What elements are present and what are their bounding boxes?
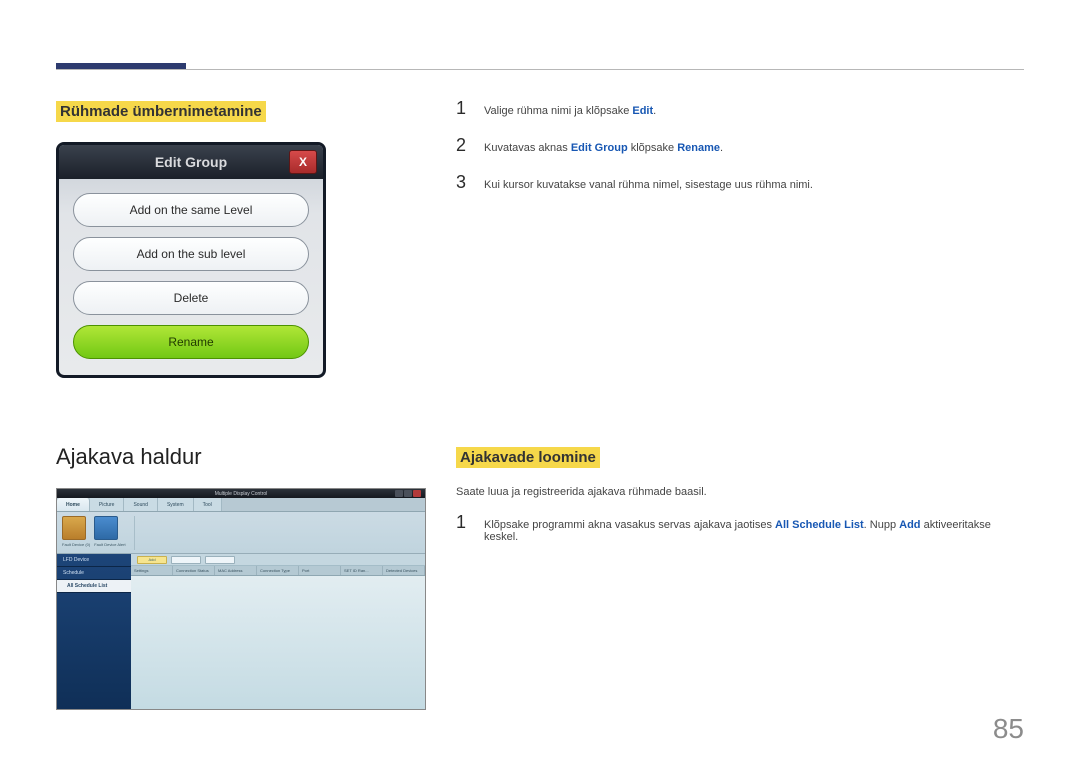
minimize-icon[interactable]	[395, 490, 403, 497]
sidebar-item-schedule[interactable]: Schedule	[57, 567, 131, 580]
app-titlebar: Multiple Display Control	[57, 489, 425, 498]
add-sub-level-button[interactable]: Add on the sub level	[73, 237, 309, 271]
toolbar-button[interactable]	[205, 556, 235, 564]
rename-button[interactable]: Rename	[73, 325, 309, 359]
fault-alert-button[interactable]	[94, 516, 118, 540]
edit-group-title: Edit Group	[155, 154, 227, 170]
edit-group-dialog: Edit Group X Add on the same Level Add o…	[56, 142, 326, 378]
table-header: Settings Connection Status MAC Address C…	[131, 566, 425, 576]
app-ribbon: Home Picture Sound System Tool Fault Dev…	[57, 498, 425, 554]
add-button[interactable]: Add	[137, 556, 167, 564]
step-number: 1	[456, 98, 476, 119]
step-number: 1	[456, 512, 476, 533]
tab-home[interactable]: Home	[57, 498, 90, 511]
col-detected: Detected Devices	[383, 566, 425, 575]
keyword-add: Add	[899, 519, 920, 531]
close-icon: X	[299, 155, 307, 169]
section-schedule-manager: Ajakava haldur Multiple Display Control …	[56, 444, 1024, 710]
tab-system[interactable]: System	[158, 498, 194, 511]
page-number: 85	[993, 713, 1024, 745]
heading-schedule-manager: Ajakava haldur	[56, 444, 446, 470]
step-number: 3	[456, 172, 476, 193]
keyword-all-schedule-list: All Schedule List	[775, 519, 864, 531]
step-2: 2 Kuvatavas aknas Edit Group klõpsake Re…	[456, 135, 1024, 156]
add-same-level-button[interactable]: Add on the same Level	[73, 193, 309, 227]
tab-sound[interactable]: Sound	[124, 498, 157, 511]
app-sidebar: LFD Device Schedule All Schedule List	[57, 554, 131, 709]
col-port: Port	[299, 566, 341, 575]
heading-rename-groups: Rühmade ümbernimetamine	[56, 101, 266, 122]
schedule-description: Saate luua ja registreerida ajakava rühm…	[456, 486, 1024, 498]
mdc-app-window: Multiple Display Control Home Picture So…	[56, 488, 426, 710]
edit-group-titlebar: Edit Group X	[59, 145, 323, 179]
close-icon[interactable]	[413, 490, 421, 497]
schedule-steps: 1 Klõpsake programmi akna vasakus servas…	[456, 512, 1024, 543]
step-1: 1 Valige rühma nimi ja klõpsake Edit.	[456, 98, 1024, 119]
col-set-id: SET ID Ran...	[341, 566, 383, 575]
col-mac-address: MAC Address	[215, 566, 257, 575]
table-body	[131, 576, 425, 709]
fault-device-button[interactable]	[62, 516, 86, 540]
tab-picture[interactable]: Picture	[90, 498, 125, 511]
step-1: 1 Klõpsake programmi akna vasakus servas…	[456, 512, 1024, 543]
toolbar-button[interactable]	[171, 556, 201, 564]
sidebar-item-all-schedule[interactable]: All Schedule List	[57, 580, 131, 593]
close-button[interactable]: X	[289, 150, 317, 174]
section-rename-groups: Rühmade ümbernimetamine Edit Group X Add…	[56, 98, 1024, 378]
delete-button[interactable]: Delete	[73, 281, 309, 315]
maximize-icon[interactable]	[404, 490, 412, 497]
tab-tool[interactable]: Tool	[194, 498, 222, 511]
app-toolbar: Add	[131, 554, 425, 566]
col-connection-status: Connection Status	[173, 566, 215, 575]
keyword-rename: Rename	[677, 142, 720, 154]
fault-device-label: Fault Device (0)	[62, 542, 90, 547]
app-title: Multiple Display Control	[215, 491, 268, 497]
fault-alert-label: Fault Device Alert	[94, 542, 125, 547]
step-3: 3 Kui kursor kuvatakse vanal rühma nimel…	[456, 172, 1024, 193]
page-rule	[56, 69, 1024, 70]
col-connection-type: Connection Type	[257, 566, 299, 575]
rename-steps: 1 Valige rühma nimi ja klõpsake Edit. 2 …	[456, 98, 1024, 193]
sidebar-item-lfd[interactable]: LFD Device	[57, 554, 131, 567]
keyword-edit: Edit	[632, 105, 653, 117]
heading-creating-schedules: Ajakavade loomine	[456, 447, 600, 468]
keyword-edit-group: Edit Group	[571, 142, 628, 154]
col-settings: Settings	[131, 566, 173, 575]
step-number: 2	[456, 135, 476, 156]
